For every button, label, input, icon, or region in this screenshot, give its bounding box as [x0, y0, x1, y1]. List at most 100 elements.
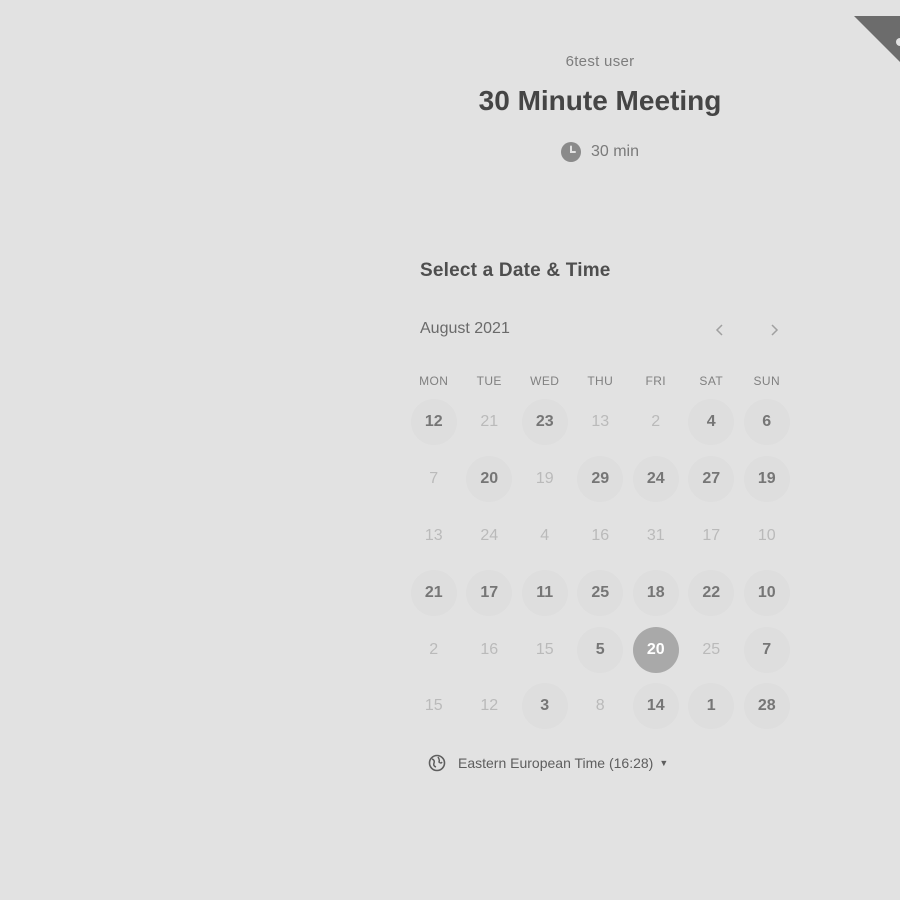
- calendar-day[interactable]: 18: [632, 569, 679, 616]
- calendar-day-cell: 25: [684, 621, 740, 678]
- month-navigation: August 2021: [420, 318, 785, 342]
- duration-label: 30 min: [590, 143, 640, 160]
- weekday-wed: WED: [530, 374, 560, 388]
- calendar-day: 19: [535, 470, 554, 488]
- calendar-day[interactable]: 4: [688, 399, 735, 446]
- calendar-day[interactable]: 14: [632, 683, 679, 730]
- calendar-day-cell: 4: [684, 394, 740, 451]
- calendar-day-cell: 24: [462, 508, 518, 565]
- calendar-day: 21: [480, 413, 499, 431]
- calendar-day[interactable]: 6: [743, 399, 790, 446]
- calendar-day-cell: 10: [739, 564, 795, 621]
- calendar-day-cell: 15: [406, 678, 462, 735]
- calendar-day: 16: [480, 640, 499, 658]
- calendar-day: 17: [702, 526, 721, 544]
- calendar-day-cell: 18: [628, 564, 684, 621]
- calendar-day-cell: 11: [517, 564, 573, 621]
- calendar-day[interactable]: 24: [632, 456, 679, 503]
- calendar-day-cell: 3: [517, 678, 573, 735]
- calendar-grid: 12 21 23 13 2 4 6 7 20 19 29 24 27 19 13 24 4 16 31 17 10 21 1…: [406, 394, 795, 735]
- calendar-day[interactable]: 20: [466, 456, 513, 503]
- clock-icon: [560, 142, 581, 162]
- calendar-day-cell: 21: [462, 394, 518, 451]
- calendar-day-cell: 13: [573, 394, 629, 451]
- calendar-day-cell: 10: [739, 508, 795, 565]
- calendar-day[interactable]: 3: [521, 683, 568, 730]
- calendar-day: 10: [757, 526, 776, 544]
- section-title: Select a Date & Time: [420, 260, 611, 281]
- next-month-button[interactable]: [762, 318, 786, 342]
- calendar-day-cell: 17: [462, 564, 518, 621]
- chevron-left-icon: [715, 324, 723, 336]
- corner-ribbon[interactable]: [854, 16, 900, 62]
- calendar-day-cell: 5: [573, 621, 629, 678]
- calendar-day[interactable]: 25: [577, 569, 624, 616]
- ribbon-dot: [896, 38, 900, 46]
- calendar-day: 2: [429, 640, 439, 658]
- calendar-day-cell: 16: [462, 621, 518, 678]
- calendar-day-cell: 15: [517, 621, 573, 678]
- calendar-day-cell: 16: [573, 508, 629, 565]
- organizer-name: 6test user: [565, 53, 635, 70]
- calendar-day-cell: 27: [684, 451, 740, 508]
- calendar-day[interactable]: 17: [466, 569, 513, 616]
- weekday-thu: THU: [587, 374, 614, 388]
- calendar-day-cell: 1: [684, 678, 740, 735]
- event-header: 6test user 30 Minute Meeting 30 min: [420, 52, 780, 162]
- calendar-day-cell: 22: [684, 564, 740, 621]
- prev-month-button[interactable]: [708, 318, 732, 342]
- ribbon-shape: [854, 16, 900, 62]
- calendar-day[interactable]: 29: [577, 456, 624, 503]
- calendar-day: 7: [429, 470, 439, 488]
- calendar-day: 8: [595, 697, 605, 715]
- timezone-label: Eastern European Time (16:28): [458, 755, 654, 771]
- calendar-day: 4: [540, 526, 550, 544]
- calendar-day-cell: 7: [739, 621, 795, 678]
- calendar-day[interactable]: 23: [521, 399, 568, 446]
- globe-icon: [428, 754, 446, 772]
- event-duration: 30 min: [420, 142, 780, 162]
- calendar-day-cell: 29: [573, 451, 629, 508]
- calendar-day: 24: [480, 526, 499, 544]
- calendar-day[interactable]: 10: [743, 569, 790, 616]
- timezone-selector[interactable]: Eastern European Time (16:28) ▼: [428, 754, 668, 772]
- calendar-day[interactable]: 22: [688, 569, 735, 616]
- calendar-day-cell: 6: [739, 394, 795, 451]
- calendar-day-cell: 12: [406, 394, 462, 451]
- calendar-day[interactable]: 7: [743, 626, 790, 673]
- calendar-day[interactable]: 11: [521, 569, 568, 616]
- calendar-day-cell: 14: [628, 678, 684, 735]
- calendar-day-cell: 7: [406, 451, 462, 508]
- event-title: 30 Minute Meeting: [478, 85, 722, 116]
- calendar-day[interactable]: 12: [410, 399, 457, 446]
- calendar-day-cell: 20: [462, 451, 518, 508]
- calendar-day[interactable]: 27: [688, 456, 735, 503]
- calendar-day-cell: 19: [739, 451, 795, 508]
- caret-down-icon: ▼: [659, 758, 669, 768]
- calendar-day-cell: 31: [628, 508, 684, 565]
- calendar-day-cell: 23: [517, 394, 573, 451]
- calendar-day-cell: 8: [573, 678, 629, 735]
- calendar-day-cell: 20: [628, 621, 684, 678]
- calendar-day-cell: 24: [628, 451, 684, 508]
- calendar-day: 15: [424, 697, 443, 715]
- calendar-day: 25: [702, 640, 721, 658]
- calendar-day[interactable]: 19: [743, 456, 790, 503]
- calendar-day-selected[interactable]: 20: [632, 626, 679, 673]
- calendar-day: 16: [591, 526, 610, 544]
- calendar-day[interactable]: 5: [577, 626, 624, 673]
- weekday-fri: FRI: [645, 374, 667, 388]
- calendar-day-cell: 17: [684, 508, 740, 565]
- calendar-day[interactable]: 28: [743, 683, 790, 730]
- calendar-day[interactable]: 1: [688, 683, 735, 730]
- calendar-day-cell: 12: [462, 678, 518, 735]
- calendar-day: 12: [480, 697, 499, 715]
- calendar-day-cell: 2: [628, 394, 684, 451]
- month-label: August 2021: [420, 320, 510, 337]
- calendar-day[interactable]: 21: [410, 569, 457, 616]
- calendar-day-cell: 4: [517, 508, 573, 565]
- weekday-sun: SUN: [753, 374, 781, 388]
- weekday-tue: TUE: [476, 374, 502, 388]
- calendar-day-cell: 13: [406, 508, 462, 565]
- calendar-day-cell: 19: [517, 451, 573, 508]
